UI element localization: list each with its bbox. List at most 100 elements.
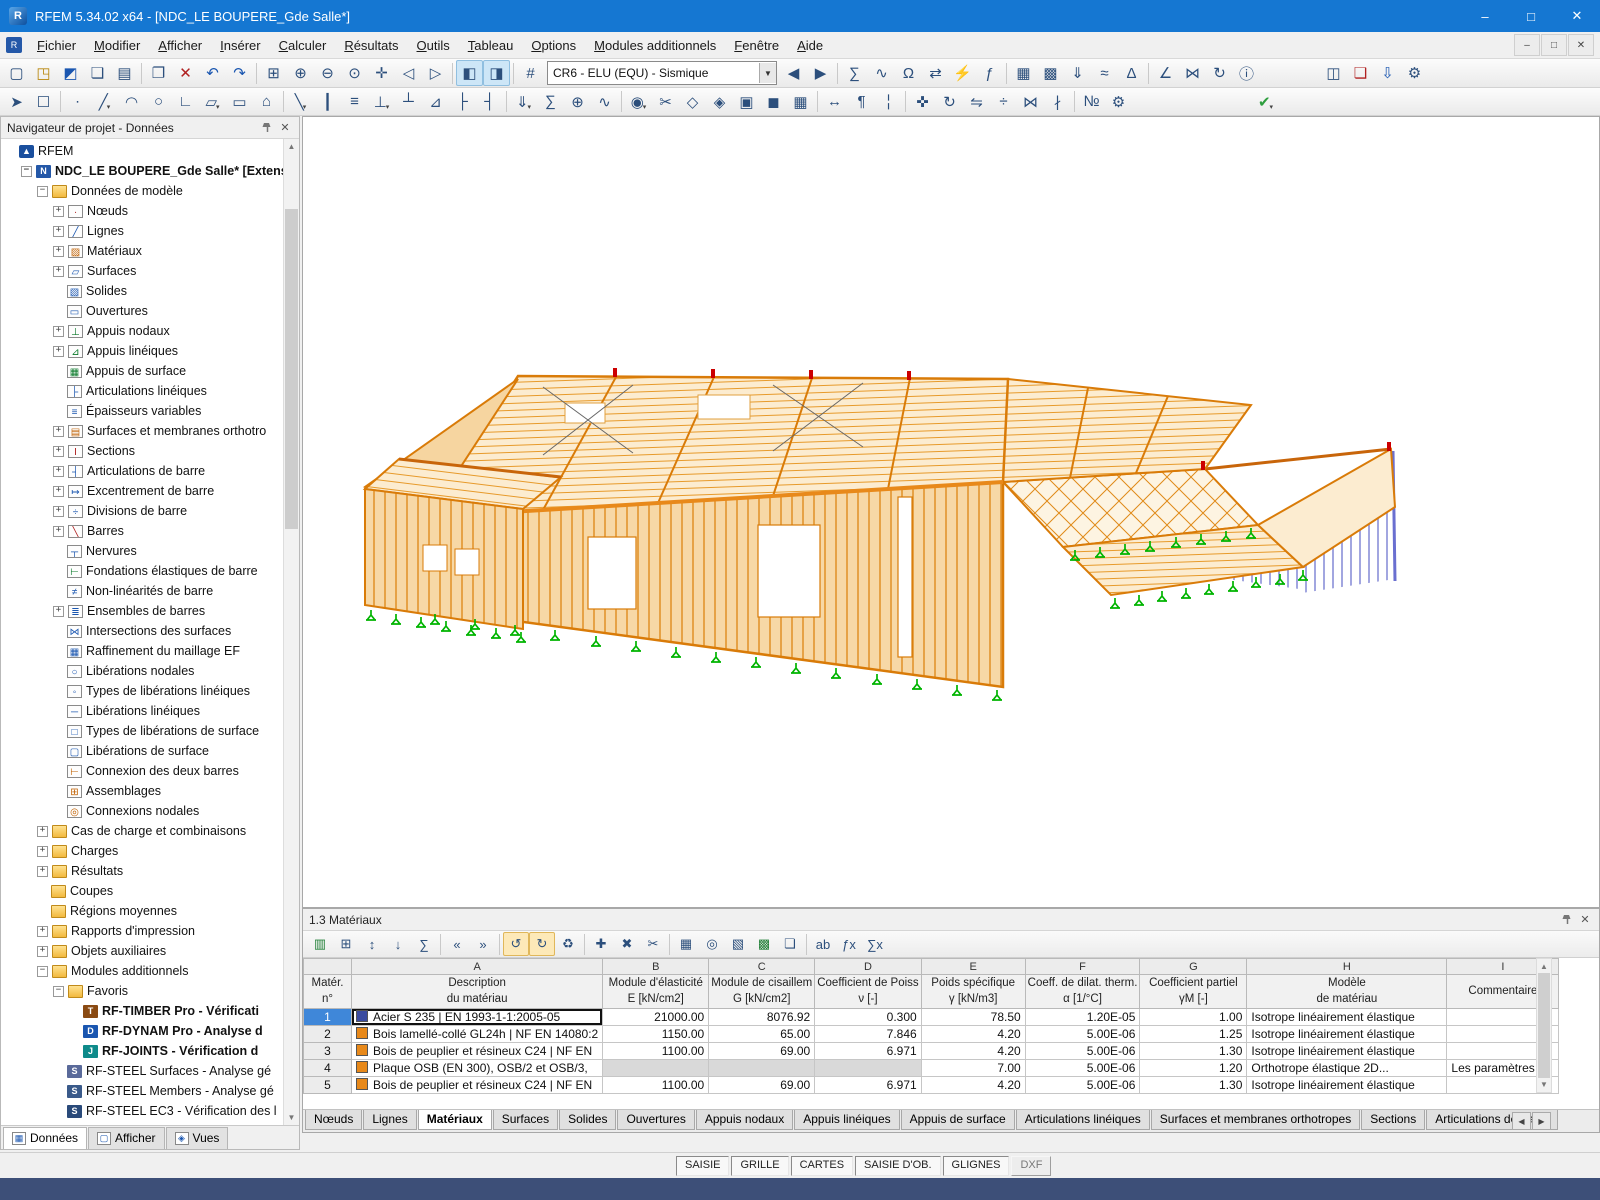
sum-values-icon[interactable]: ∑x xyxy=(862,932,888,956)
status-toggle-saisie[interactable]: SAISIE xyxy=(676,1156,729,1176)
cell-value[interactable]: 5.00E-06 xyxy=(1025,1077,1140,1094)
status-toggle-dxf[interactable]: DXF xyxy=(1011,1156,1051,1176)
row-number[interactable]: 2 xyxy=(304,1026,352,1043)
tree-item-non-linearites-de-barre[interactable]: ≠Non-linéarités de barre xyxy=(1,581,299,601)
display-settings-icon[interactable]: ⚙ xyxy=(1105,89,1132,115)
view-in-x-icon[interactable]: ▣ xyxy=(733,89,760,115)
rotate-objects-icon[interactable]: ↻ xyxy=(936,89,963,115)
expand-icon[interactable]: + xyxy=(53,606,64,617)
tree-item-rf-timber-pro-verificati[interactable]: TRF-TIMBER Pro - Vérificati xyxy=(1,1001,299,1021)
navigator-tab-vues[interactable]: ◈Vues xyxy=(166,1127,229,1149)
table-tab-appuis-lineiques[interactable]: Appuis linéiques xyxy=(794,1110,899,1130)
pan-icon[interactable]: ✛ xyxy=(368,60,395,86)
cell-value[interactable]: 69.00 xyxy=(709,1043,815,1060)
tree-item-ouvertures[interactable]: ▭Ouvertures xyxy=(1,301,299,321)
tree-item-fondations-elastiques-de-barre[interactable]: ⊢Fondations élastiques de barre xyxy=(1,561,299,581)
scroll-down-icon[interactable]: ▼ xyxy=(1537,1077,1551,1092)
undo-table-icon[interactable]: ↺ xyxy=(503,932,529,956)
measure-icon[interactable]: ∠ xyxy=(1152,60,1179,86)
open-model-icon[interactable]: ◳ xyxy=(30,60,57,86)
next-table-icon[interactable]: ⊞ xyxy=(333,932,359,956)
status-toggle-saisie-d-ob[interactable]: SAISIE D'OB. xyxy=(855,1156,941,1176)
column-letter-f[interactable]: F xyxy=(1025,959,1140,975)
dimensions-icon[interactable]: ↔ xyxy=(821,89,848,115)
expand-icon[interactable]: + xyxy=(37,866,48,877)
connect-members-icon[interactable]: ⋈ xyxy=(1017,89,1044,115)
insert-row-icon[interactable]: ✚ xyxy=(588,932,614,956)
table-scrollbar[interactable]: ▲ ▼ xyxy=(1536,958,1552,1093)
scrollbar-thumb[interactable] xyxy=(1538,973,1550,1078)
tree-item-appuis-nodaux[interactable]: +⊥Appuis nodaux xyxy=(1,321,299,341)
tree-item-liberations-de-surface[interactable]: ▢Libérations de surface xyxy=(1,741,299,761)
export-excel-icon[interactable]: ▩ xyxy=(751,932,777,956)
menu-options[interactable]: Options xyxy=(522,34,585,57)
panel-toggle-icon[interactable]: ◫ xyxy=(1320,60,1347,86)
tree-item-resultats[interactable]: +Résultats xyxy=(1,861,299,881)
table-tab-solides[interactable]: Solides xyxy=(559,1110,616,1130)
collapse-icon[interactable]: − xyxy=(37,186,48,197)
table-tab-sections[interactable]: Sections xyxy=(1361,1110,1425,1130)
menu-tableau[interactable]: Tableau xyxy=(459,34,523,57)
table-tab-surfaces-et-membranes-orthotropes[interactable]: Surfaces et membranes orthotropes xyxy=(1151,1110,1360,1130)
snap-settings-icon[interactable]: # xyxy=(517,60,544,86)
tree-item-charges[interactable]: +Charges xyxy=(1,841,299,861)
material-description[interactable]: Acier S 235 | EN 1993-1-1:2005-05 xyxy=(352,1009,603,1026)
column-header-f[interactable]: Coeff. de dilat. therm.α [1/°C] xyxy=(1025,975,1140,1009)
stability-analysis-icon[interactable]: Δ xyxy=(1118,60,1145,86)
tree-item-appuis-de-surface[interactable]: ▦Appuis de surface xyxy=(1,361,299,381)
save-model-icon[interactable]: ◩ xyxy=(57,60,84,86)
expand-icon[interactable]: + xyxy=(53,466,64,477)
user-view-icon[interactable]: ◇ xyxy=(679,89,706,115)
superpose-results-icon[interactable]: ∑ xyxy=(841,60,868,86)
cell-value[interactable]: 1.20E-05 xyxy=(1025,1009,1140,1026)
tabs-scroll-left-icon[interactable]: ◀ xyxy=(1512,1112,1531,1130)
collapse-icon[interactable]: − xyxy=(53,986,64,997)
cell-value[interactable] xyxy=(603,1060,709,1077)
trim-icon[interactable]: ∤ xyxy=(1044,89,1071,115)
tree-item-coupes[interactable]: Coupes xyxy=(1,881,299,901)
menu-inserer[interactable]: Insérer xyxy=(211,34,269,57)
new-polyline-icon[interactable]: ∟ xyxy=(172,89,199,115)
material-model[interactable]: Isotrope linéairement élastique xyxy=(1247,1026,1447,1043)
tree-item-rfem[interactable]: ▲RFEM xyxy=(1,141,299,161)
column-letter-b[interactable]: B xyxy=(603,959,709,975)
delete-icon[interactable]: ✕ xyxy=(172,60,199,86)
material-description[interactable]: Plaque OSB (EN 300), OSB/2 et OSB/3, xyxy=(352,1060,603,1077)
material-model[interactable]: Isotrope linéairement élastique xyxy=(1247,1043,1447,1060)
render-wireframe-icon[interactable]: ▦ xyxy=(787,89,814,115)
next-load-case-icon[interactable]: ▶ xyxy=(807,60,834,86)
menu-modules-additionnels[interactable]: Modules additionnels xyxy=(585,34,725,57)
maximize-button[interactable]: □ xyxy=(1508,0,1554,32)
column-header-e[interactable]: Poids spécifiqueγ [kN/m3] xyxy=(921,975,1025,1009)
tree-item-articulations-de-barre[interactable]: +┤Articulations de barre xyxy=(1,461,299,481)
column-header-g[interactable]: Coefficient partielγM [-] xyxy=(1140,975,1247,1009)
collapse-icon[interactable]: − xyxy=(21,166,32,177)
menu-afficher[interactable]: Afficher xyxy=(149,34,211,57)
new-load-icon[interactable]: ⇓▾ xyxy=(510,89,537,115)
tree-item-nervures[interactable]: ┬Nervures xyxy=(1,541,299,561)
column-header-b[interactable]: Module d'élasticitéE [kN/cm2] xyxy=(603,975,709,1009)
tables-toggle-icon[interactable]: ◨ xyxy=(483,60,510,86)
result-diagram-icon[interactable]: ∿ xyxy=(868,60,895,86)
cell-value[interactable]: 8076.92 xyxy=(709,1009,815,1026)
info-icon[interactable]: ⓘ xyxy=(1233,60,1260,86)
zoom-window-icon[interactable]: ⊞ xyxy=(260,60,287,86)
collapse-icon[interactable]: − xyxy=(37,966,48,977)
copy-icon[interactable]: ❐ xyxy=(145,60,172,86)
tree-item-assemblages[interactable]: ⊞Assemblages xyxy=(1,781,299,801)
cell-value[interactable]: 1150.00 xyxy=(603,1026,709,1043)
column-letter-e[interactable]: E xyxy=(921,959,1025,975)
cell-value[interactable]: 78.50 xyxy=(921,1009,1025,1026)
new-circle-icon[interactable]: ○ xyxy=(145,89,172,115)
column-letter-a[interactable]: A xyxy=(352,959,603,975)
extreme-values-icon[interactable]: Ω xyxy=(895,60,922,86)
member-hinge-icon[interactable]: ├ xyxy=(449,89,476,115)
imperfection-icon[interactable]: ∿ xyxy=(591,89,618,115)
tree-item-sections[interactable]: +ISections xyxy=(1,441,299,461)
tree-item-lignes[interactable]: +╱Lignes xyxy=(1,221,299,241)
cut-row-icon[interactable]: ✂ xyxy=(640,932,666,956)
new-line-icon[interactable]: ╱▾ xyxy=(91,89,118,115)
pin-icon[interactable] xyxy=(1559,912,1575,928)
close-button[interactable]: ✕ xyxy=(1554,0,1600,32)
calculate-all-icon[interactable]: ⚡ xyxy=(949,60,976,86)
